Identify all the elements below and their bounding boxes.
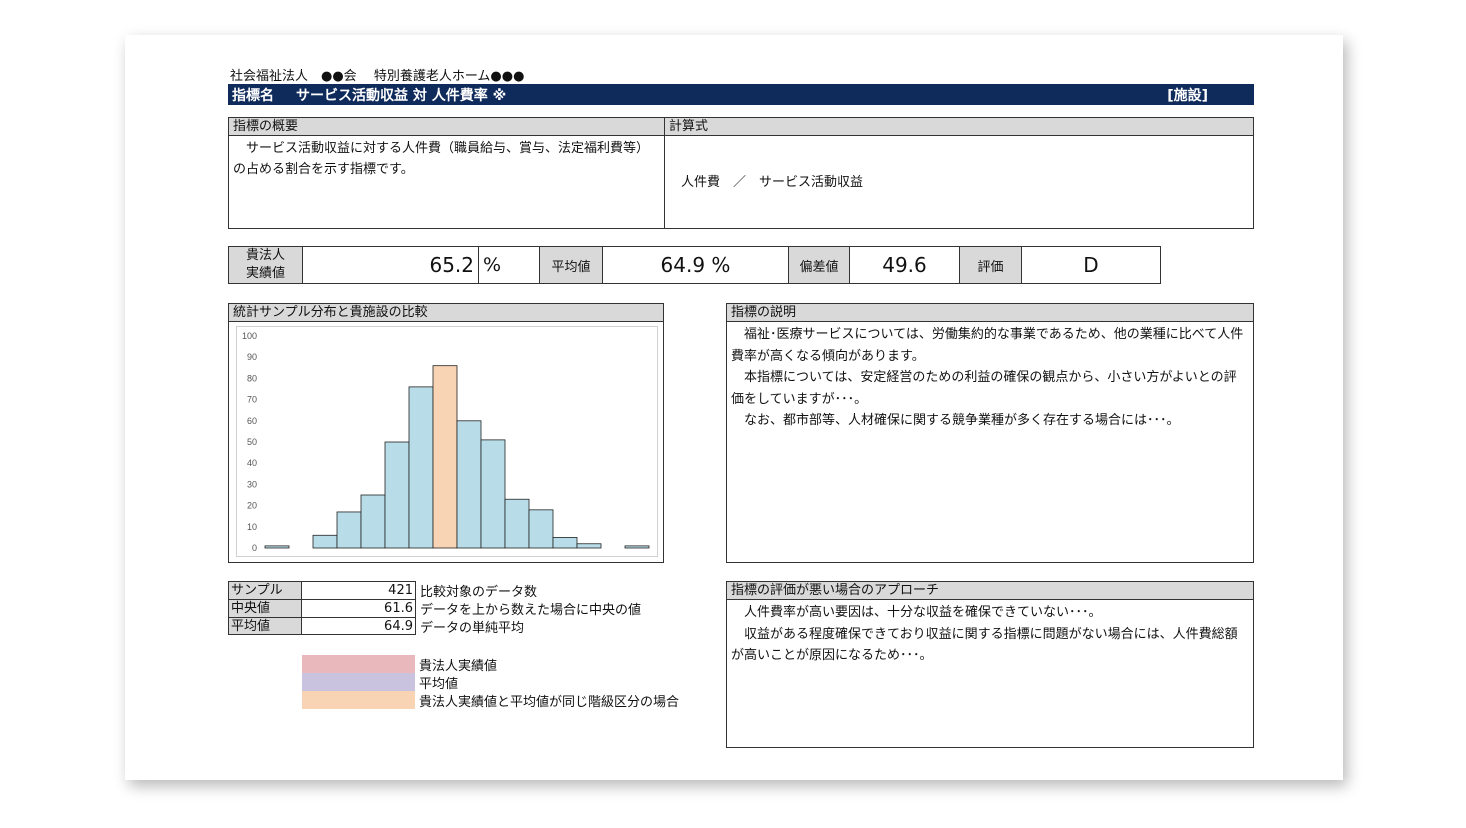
chart-legend: 貴法人実績値 平均値 貴法人実績値と平均値が同じ階級区分の場合 [302, 655, 680, 710]
formula-section: 計算式 人件費 ／ サービス活動収益 [665, 118, 1253, 228]
organization-name: 社会福祉法人 ●●会 特別養護老人ホーム●●● [230, 69, 525, 84]
y-tick-label: 30 [247, 479, 257, 489]
indicator-summary-box: 指標の概要 サービス活動収益に対する人件費（職員給与、賞与、法定福利費等）の占め… [228, 117, 1254, 229]
legend-item-same-class: 貴法人実績値と平均値が同じ階級区分の場合 [302, 691, 680, 710]
y-tick-label: 100 [242, 331, 257, 341]
result-unit: % [479, 247, 540, 283]
histogram-bar [552, 536, 578, 549]
histogram-bar [384, 441, 410, 549]
histogram-bar [480, 439, 506, 549]
explanation-box: 指標の説明 福祉･医療サービスについては、労働集約的な事業であるため、他の業種に… [726, 303, 1254, 563]
legend-item-average: 平均値 [302, 673, 679, 692]
stats-description: 比較対象のデータ数 [420, 584, 538, 600]
stats-description: データの単純平均 [420, 620, 525, 636]
approach-paragraph: 収益がある程度確保できており収益に関する指標に問題がない場合には、人件費総額が高… [731, 626, 1238, 664]
formula-text: 人件費 ／ サービス活動収益 [681, 175, 864, 190]
y-tick-label: 60 [247, 416, 257, 426]
histogram-bar [264, 545, 290, 549]
overview-section: 指標の概要 サービス活動収益に対する人件費（職員給与、賞与、法定福利費等）の占め… [229, 118, 665, 228]
y-tick-label: 0 [252, 543, 257, 553]
explanation-paragraph: 本指標については、安定経営のための利益の確保の観点から、小さい方がよいとの評価を… [731, 370, 1237, 407]
stats-value: 64.9 [302, 617, 416, 635]
histogram-chart: 0 10 20 30 40 50 60 70 80 90 100 [236, 326, 658, 557]
explanation-header: 指標の説明 [727, 304, 1253, 322]
histogram-bar [408, 386, 434, 549]
stats-row-mean: 平均値 64.9 データの単純平均 [228, 617, 641, 636]
indicator-scope-tag: [施設] [1167, 87, 1208, 104]
indicator-title-label: 指標名 [232, 87, 274, 104]
legend-swatch [302, 673, 415, 691]
y-tick-label: 70 [247, 395, 257, 405]
y-tick-label: 10 [247, 522, 257, 532]
y-tick-label: 50 [247, 437, 257, 447]
kpi-row: 貴法人実績値 65.2 % 平均値 64.9 % 偏差値 49.6 評価 D [228, 246, 1161, 284]
stats-row-median: 中央値 61.6 データを上から数えた場合に中央の値 [228, 599, 642, 618]
overview-header: 指標の概要 [229, 118, 664, 136]
approach-paragraph: 人件費率が高い要因は、十分な収益を確保できていない･･･。 [744, 605, 1102, 620]
histogram-bar [432, 365, 458, 549]
stats-label: サンプル [228, 581, 302, 599]
stats-value: 421 [302, 581, 416, 599]
histogram-bar [312, 534, 338, 549]
evaluation-label: 評価 [960, 247, 1022, 283]
histogram-svg: 0 10 20 30 40 50 60 70 80 90 100 [242, 331, 650, 553]
stats-label: 中央値 [228, 599, 302, 617]
result-label-text: 貴法人実績値 [245, 248, 285, 281]
deviation-value: 49.6 [850, 247, 960, 283]
histogram-bar [504, 498, 530, 549]
stats-description: データを上から数えた場合に中央の値 [420, 602, 642, 618]
y-tick-label: 40 [247, 458, 257, 468]
legend-label: 貴法人実績値と平均値が同じ階級区分の場合 [419, 694, 680, 710]
statistics-table: サンプル 421 比較対象のデータ数 中央値 61.6 データを上から数えた場合… [228, 581, 642, 636]
histogram-bar [360, 494, 386, 549]
average-value: 64.9 % [603, 247, 789, 283]
legend-swatch [302, 691, 415, 709]
approach-header: 指標の評価が悪い場合のアプローチ [727, 582, 1253, 600]
histogram-bar [528, 509, 554, 549]
chart-box-header: 統計サンプル分布と貴施設の比較 [229, 304, 663, 322]
y-tick-label: 80 [247, 373, 257, 383]
approach-box: 指標の評価が悪い場合のアプローチ 人件費率が高い要因は、十分な収益を確保できてい… [726, 581, 1254, 748]
y-tick-label: 90 [247, 352, 257, 362]
explanation-paragraph: なお、都市部等、人材確保に関する競争業種が多く存在する場合には･･･。 [744, 413, 1180, 428]
stats-label: 平均値 [228, 617, 302, 635]
stats-row-sample: サンプル 421 比較対象のデータ数 [228, 581, 641, 600]
stats-value: 61.6 [302, 599, 416, 617]
explanation-paragraph: 福祉･医療サービスについては、労働集約的な事業であるため、他の業種に比べて人件費… [731, 327, 1244, 364]
histogram-bar [456, 420, 482, 549]
distribution-chart-box: 統計サンプル分布と貴施設の比較 0 10 20 30 40 50 60 70 80 90 100 [228, 303, 664, 563]
formula-header: 計算式 [665, 118, 1253, 136]
average-label: 平均値 [540, 247, 603, 283]
deviation-label: 偏差値 [789, 247, 850, 283]
indicator-title-name: サービス活動収益 対 人件費率 ※ [296, 87, 507, 104]
legend-item-result: 貴法人実績値 [302, 655, 679, 674]
histogram-bar [336, 511, 362, 549]
histogram-bar [576, 543, 602, 549]
result-value: 65.2 [303, 247, 479, 283]
overview-text: サービス活動収益に対する人件費（職員給与、賞与、法定福利費等）の占める割合を示す… [233, 141, 650, 177]
legend-swatch [302, 655, 415, 673]
legend-label: 貴法人実績値 [419, 658, 498, 674]
evaluation-value: D [1083, 253, 1099, 277]
legend-label: 平均値 [419, 676, 459, 692]
indicator-title-bar: 指標名 サービス活動収益 対 人件費率 ※ [施設] [228, 84, 1254, 105]
result-label: 貴法人実績値 [229, 247, 303, 283]
histogram-bar [624, 545, 650, 549]
y-tick-label: 20 [247, 501, 257, 511]
